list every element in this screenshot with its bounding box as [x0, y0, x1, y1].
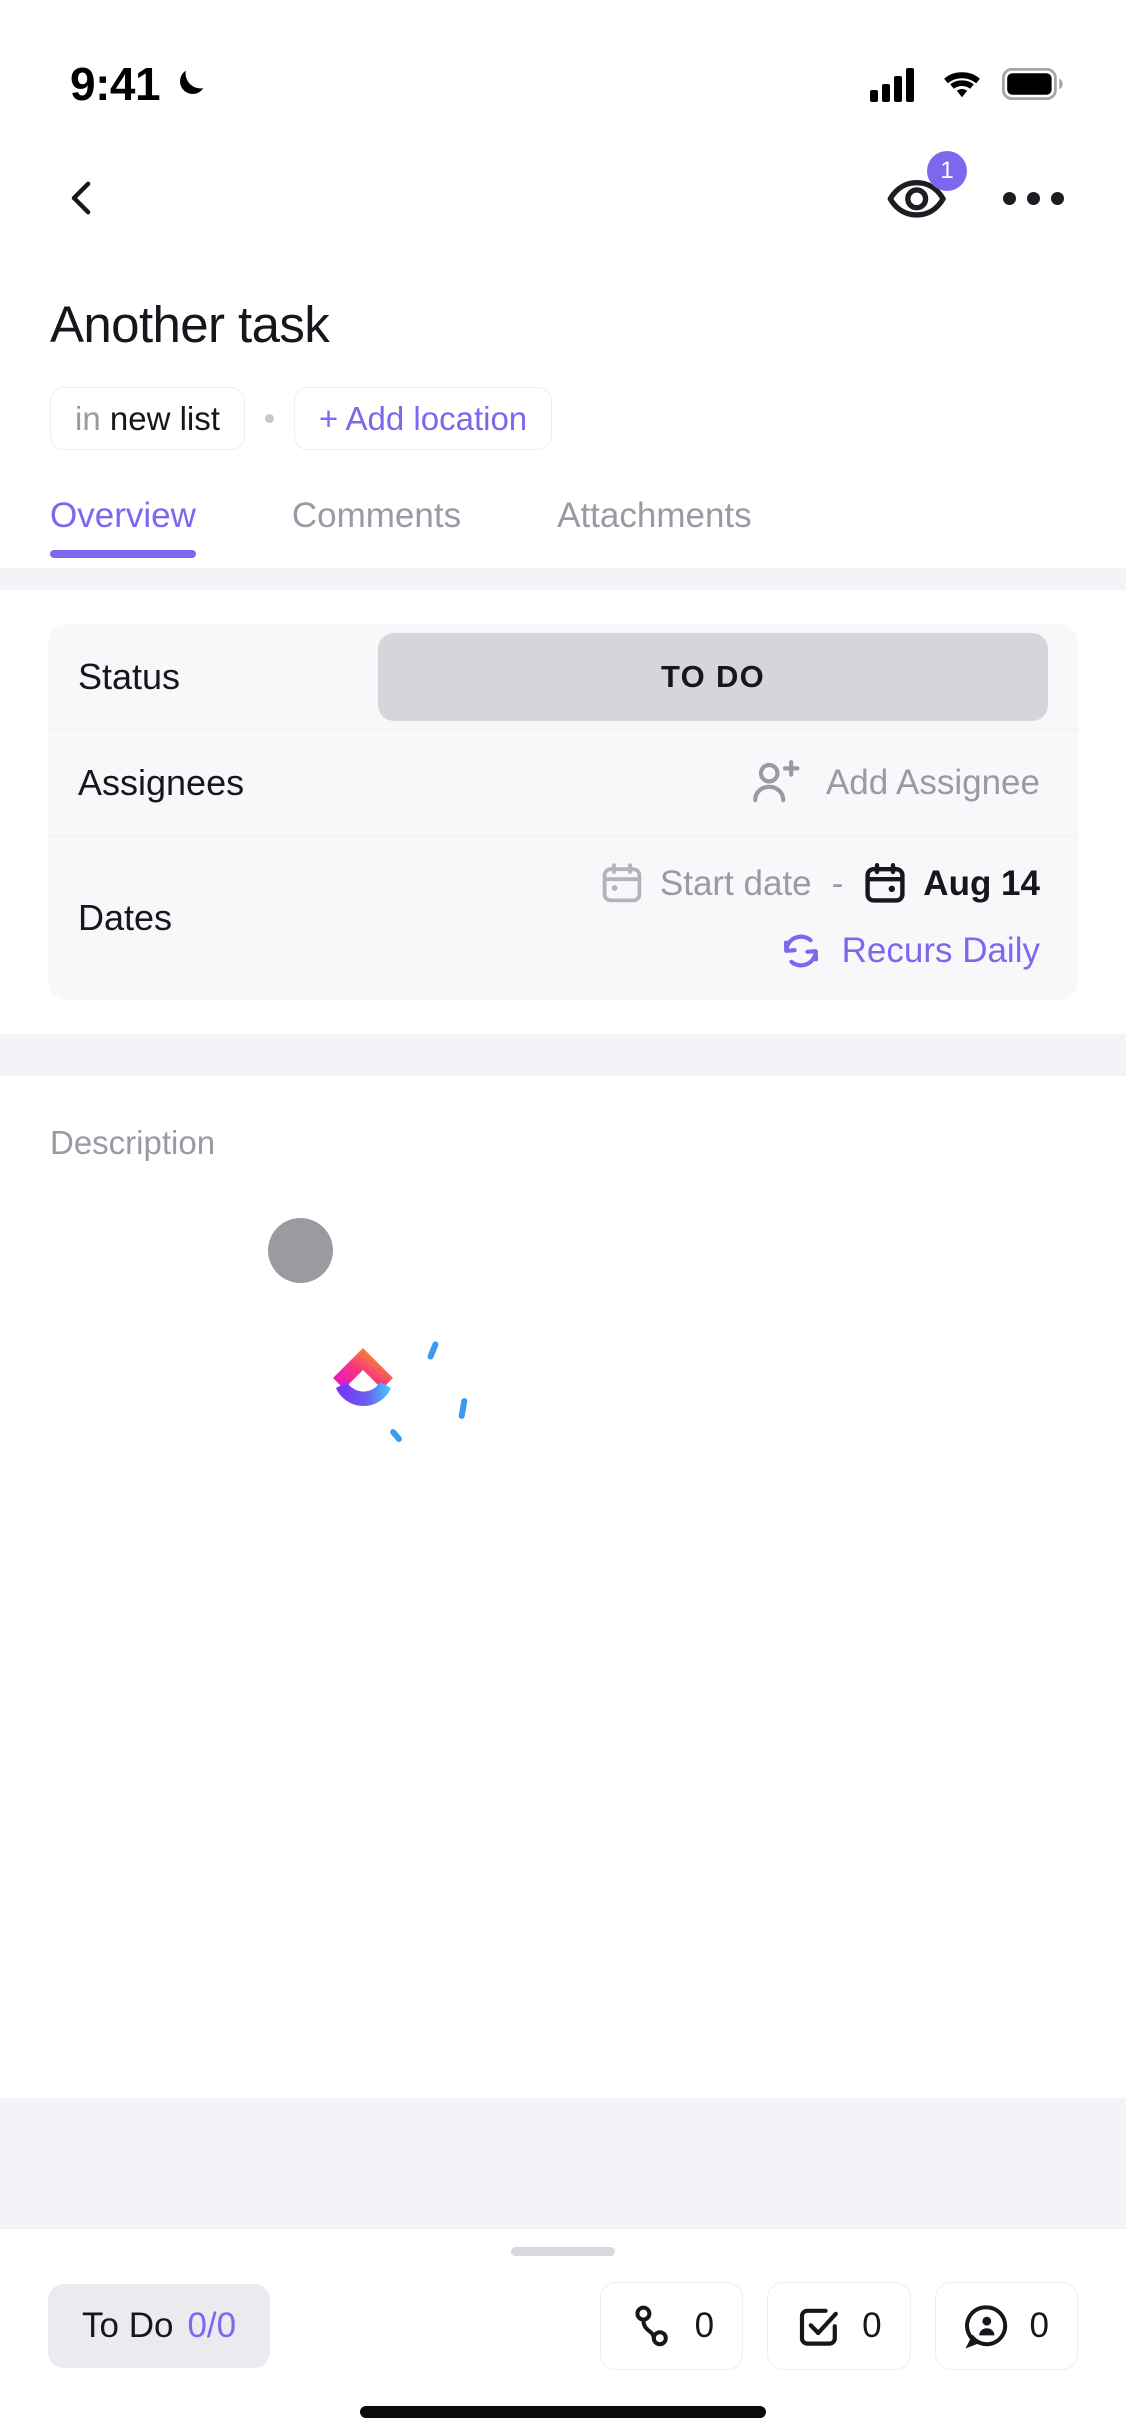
loader-dash-icon: [388, 1427, 404, 1444]
description-loading-area: [50, 1162, 1076, 1542]
chevron-left-icon: [71, 181, 91, 215]
dates-separator: -: [831, 864, 844, 904]
chip-separator-dot: [264, 414, 274, 424]
nav-actions: 1: [885, 151, 1064, 229]
assignees-row: Assignees Add Assignee: [48, 730, 1078, 837]
status-label: Status: [78, 655, 181, 697]
comments-count: 0: [1029, 2306, 1049, 2345]
person-plus-icon: [753, 759, 800, 802]
home-indicator: [360, 2406, 766, 2418]
status-bar-left: 9:41: [70, 57, 210, 111]
bottom-toolbar: To Do 0/0 0 0 0: [0, 2228, 1126, 2436]
dates-range: Start date - Aug 14: [600, 862, 1040, 906]
signal-bars-icon: [870, 68, 914, 102]
todo-label: To Do: [82, 2306, 174, 2345]
list-location-chip[interactable]: in new list: [50, 387, 245, 451]
add-assignee-button[interactable]: Add Assignee: [750, 759, 1048, 807]
comment-person-icon: [964, 2305, 1007, 2349]
subtasks-count: 0: [862, 2306, 882, 2345]
nav-bar: 1: [0, 140, 1126, 256]
section-divider: [0, 568, 1126, 591]
bottom-actions-row: To Do 0/0 0 0 0: [0, 2256, 1126, 2380]
more-options-button[interactable]: [1003, 167, 1064, 229]
dates-value: Start date - Aug 14 Recurs Daily: [378, 836, 1048, 1000]
dates-label: Dates: [78, 897, 173, 939]
tab-comments[interactable]: Comments: [292, 480, 461, 546]
assignees-value: Add Assignee: [378, 759, 1048, 807]
due-date-value[interactable]: Aug 14: [923, 864, 1040, 904]
dependencies-button[interactable]: 0: [599, 2282, 744, 2370]
watchers-button[interactable]: 1: [885, 151, 967, 229]
watchers-count-badge: 1: [927, 151, 967, 191]
calendar-icon: [602, 863, 642, 903]
more-horizontal-icon: [1003, 191, 1016, 205]
subtask-checkbox-icon: [799, 2308, 838, 2346]
avatar-placeholder: [268, 1218, 333, 1284]
dates-row: Dates Start date - Aug 14 Recurs Daily: [48, 836, 1078, 1000]
quick-action-buttons: 0 0 0: [599, 2282, 1078, 2370]
bottom-band: [0, 2098, 1126, 2228]
more-horizontal-icon: [1027, 191, 1040, 205]
task-header: Another task in new list + Add location: [0, 256, 1126, 451]
battery-full-icon: [1002, 68, 1063, 100]
status-row: Status TO DO: [48, 624, 1078, 731]
status-value: TO DO: [378, 632, 1048, 721]
refresh-icon: [783, 934, 818, 968]
clickup-logo-icon: [333, 1348, 393, 1407]
description-label: Description: [50, 1124, 216, 1162]
assignees-label: Assignees: [78, 761, 245, 803]
tab-attachments[interactable]: Attachments: [557, 480, 752, 546]
task-meta-chips: in new list + Add location: [50, 387, 1076, 451]
page-title: Another task: [50, 296, 330, 353]
dependencies-count: 0: [694, 2306, 715, 2345]
todo-progress-pill[interactable]: To Do 0/0: [48, 2284, 271, 2368]
wifi-icon: [944, 72, 980, 98]
loader-dash-icon: [426, 1340, 440, 1361]
subtasks-button[interactable]: 0: [767, 2282, 911, 2370]
more-horizontal-icon: [1051, 191, 1064, 205]
description-section[interactable]: Description: [0, 1076, 1126, 2098]
task-detail-screen: 9:41 1 Another task in new list + Add lo…: [0, 0, 1126, 2436]
todo-count: 0/0: [187, 2306, 237, 2345]
back-button[interactable]: [50, 166, 114, 230]
add-location-button[interactable]: + Add location: [293, 387, 553, 451]
task-tabs: Overview Comments Attachments: [0, 480, 1126, 559]
status-bar-right: [870, 66, 1064, 102]
location-name: new list: [109, 400, 220, 438]
dates-cell: Start date - Aug 14 Recurs Daily: [378, 836, 1048, 1000]
status-bar: 9:41: [0, 0, 1126, 140]
recurrence-button[interactable]: Recurs Daily: [778, 928, 1040, 974]
tab-overview[interactable]: Overview: [50, 480, 196, 559]
comments-button[interactable]: 0: [934, 2282, 1078, 2370]
overview-content: Status TO DO Assignees Add Assignee Date…: [0, 590, 1126, 2228]
status-pill-button[interactable]: TO DO: [378, 632, 1048, 721]
add-assignee-label: Add Assignee: [825, 762, 1040, 802]
dependency-icon: [634, 2305, 668, 2347]
recurrence-label: Recurs Daily: [841, 931, 1040, 971]
crescent-moon-icon: [180, 70, 204, 94]
calendar-filled-icon: [865, 863, 905, 903]
location-prefix: in: [75, 400, 101, 438]
section-band: [0, 1034, 1126, 1077]
start-date-placeholder[interactable]: Start date: [660, 864, 812, 904]
task-fields-card: Status TO DO Assignees Add Assignee Date…: [48, 624, 1078, 1001]
status-bar-clock: 9:41: [70, 58, 161, 110]
sheet-grabber[interactable]: [511, 2247, 615, 2256]
loader-dash-icon: [458, 1397, 468, 1420]
